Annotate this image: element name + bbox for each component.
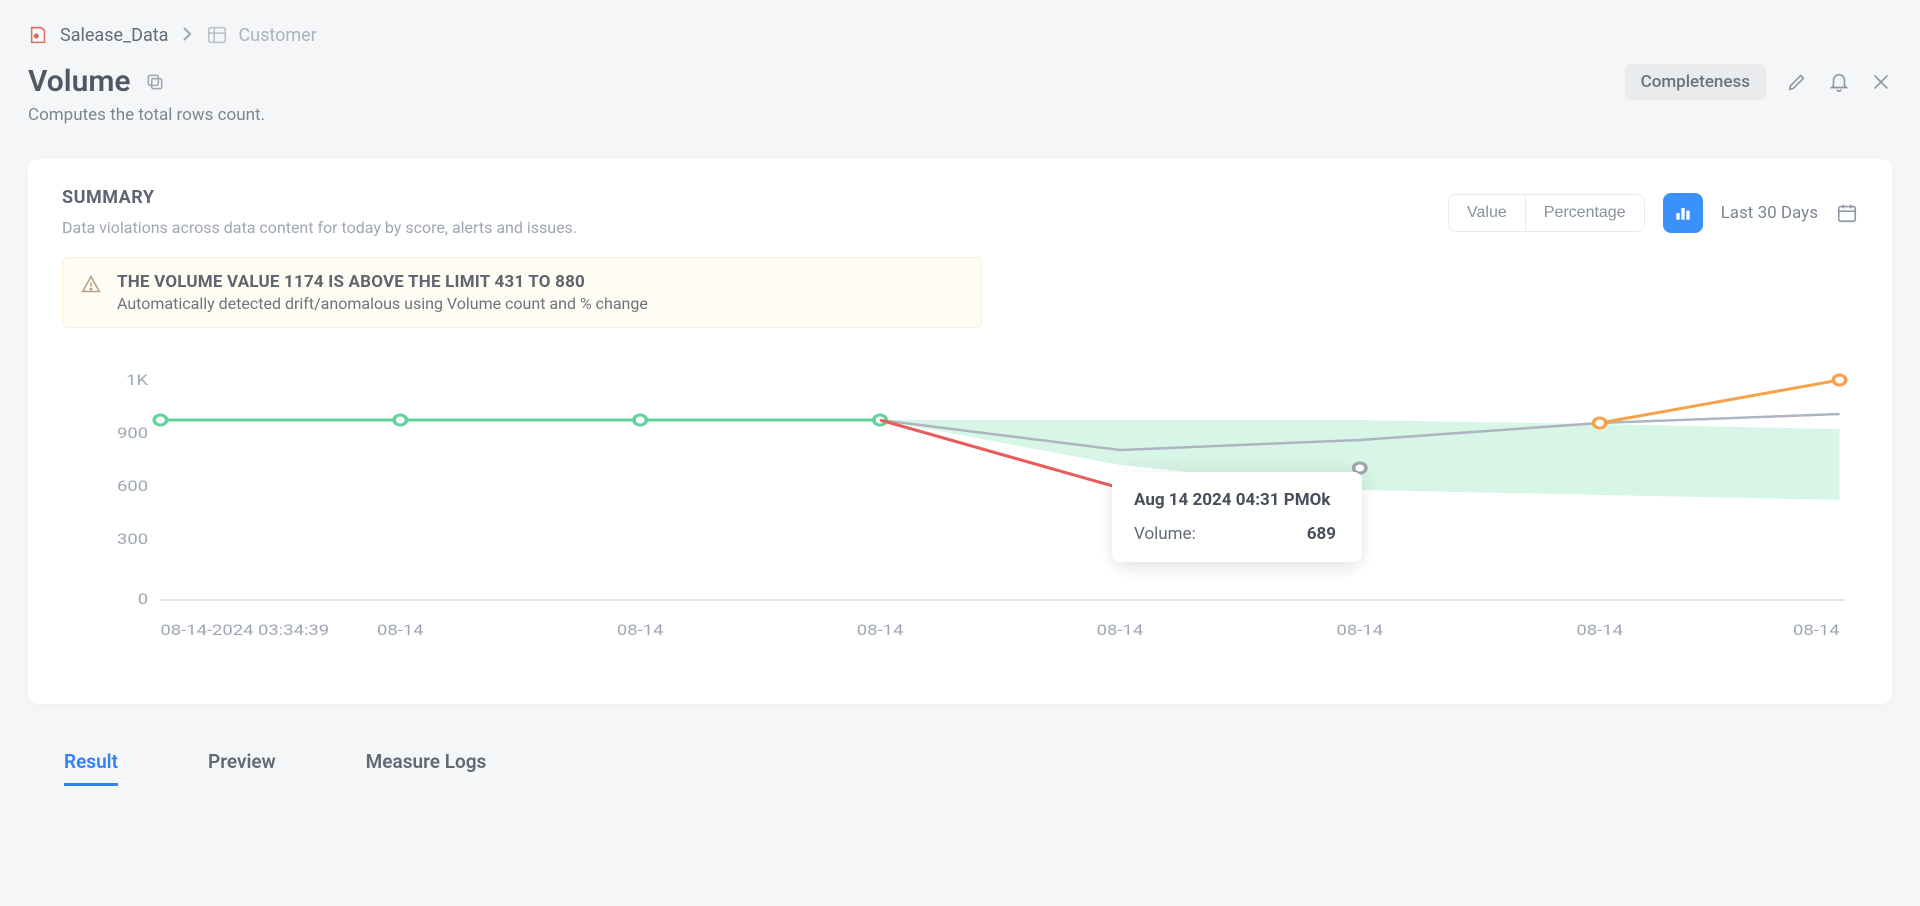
tab-result[interactable]: Result (64, 750, 118, 786)
alert-subtitle: Automatically detected drift/anomalous u… (117, 294, 648, 313)
svg-text:1K: 1K (126, 372, 148, 390)
toggle-value[interactable]: Value (1449, 195, 1525, 231)
svg-text:08-14: 08-14 (1793, 622, 1840, 640)
date-range-label: Last 30 Days (1721, 203, 1818, 223)
breadcrumb-item-datasource[interactable]: Salease_Data (28, 24, 168, 46)
toggle-percentage[interactable]: Percentage (1525, 195, 1644, 231)
svg-text:08-14: 08-14 (1337, 622, 1384, 640)
value-percentage-toggle: Value Percentage (1448, 194, 1645, 232)
summary-card: SUMMARY Data violations across data cont… (28, 159, 1892, 704)
chevron-right-icon (182, 25, 192, 46)
svg-text:08-14: 08-14 (1576, 622, 1623, 640)
alert-title: THE VOLUME VALUE 1174 IS ABOVE THE LIMIT… (117, 272, 648, 292)
svg-text:08-14: 08-14 (1097, 622, 1144, 640)
svg-text:900: 900 (117, 425, 148, 443)
tab-preview[interactable]: Preview (208, 750, 276, 786)
volume-chart[interactable]: 1K 900 600 300 0 (62, 360, 1858, 664)
breadcrumb-label: Salease_Data (60, 25, 168, 46)
chart-type-button[interactable] (1663, 193, 1703, 233)
breadcrumb-item-table[interactable]: Customer (206, 24, 316, 46)
tab-measure-logs[interactable]: Measure Logs (366, 750, 487, 786)
copy-icon[interactable] (145, 72, 165, 92)
svg-text:08-14-2024 03:34:39: 08-14-2024 03:34:39 (160, 622, 329, 640)
summary-title: SUMMARY (62, 187, 577, 208)
detail-tabs: Result Preview Measure Logs (64, 750, 1892, 786)
svg-text:0: 0 (138, 591, 148, 609)
tooltip-label: Volume: (1134, 524, 1196, 544)
close-icon[interactable] (1870, 71, 1892, 93)
alert-banner: THE VOLUME VALUE 1174 IS ABOVE THE LIMIT… (62, 257, 982, 328)
tooltip-date: Aug 14 2024 04:31 PMOk (1134, 490, 1336, 510)
chart-tooltip: Aug 14 2024 04:31 PMOk Volume: 689 (1112, 472, 1362, 562)
summary-subtitle: Data violations across data content for … (62, 218, 577, 237)
breadcrumb-label: Customer (238, 25, 316, 46)
warning-icon (81, 274, 101, 313)
svg-text:300: 300 (117, 531, 148, 549)
svg-text:08-14: 08-14 (617, 622, 664, 640)
tooltip-value: 689 (1307, 524, 1336, 544)
svg-text:08-14: 08-14 (857, 622, 904, 640)
svg-text:600: 600 (117, 478, 148, 496)
calendar-icon[interactable] (1836, 202, 1858, 224)
bell-icon[interactable] (1828, 71, 1850, 93)
svg-text:08-14: 08-14 (377, 622, 424, 640)
page-title: Volume (28, 64, 131, 99)
edit-icon[interactable] (1786, 71, 1808, 93)
datasource-icon (28, 24, 50, 46)
table-icon (206, 24, 228, 46)
page-subtitle: Computes the total rows count. (28, 105, 265, 125)
category-badge: Completeness (1625, 64, 1766, 100)
breadcrumb: Salease_Data Customer (28, 24, 1892, 46)
